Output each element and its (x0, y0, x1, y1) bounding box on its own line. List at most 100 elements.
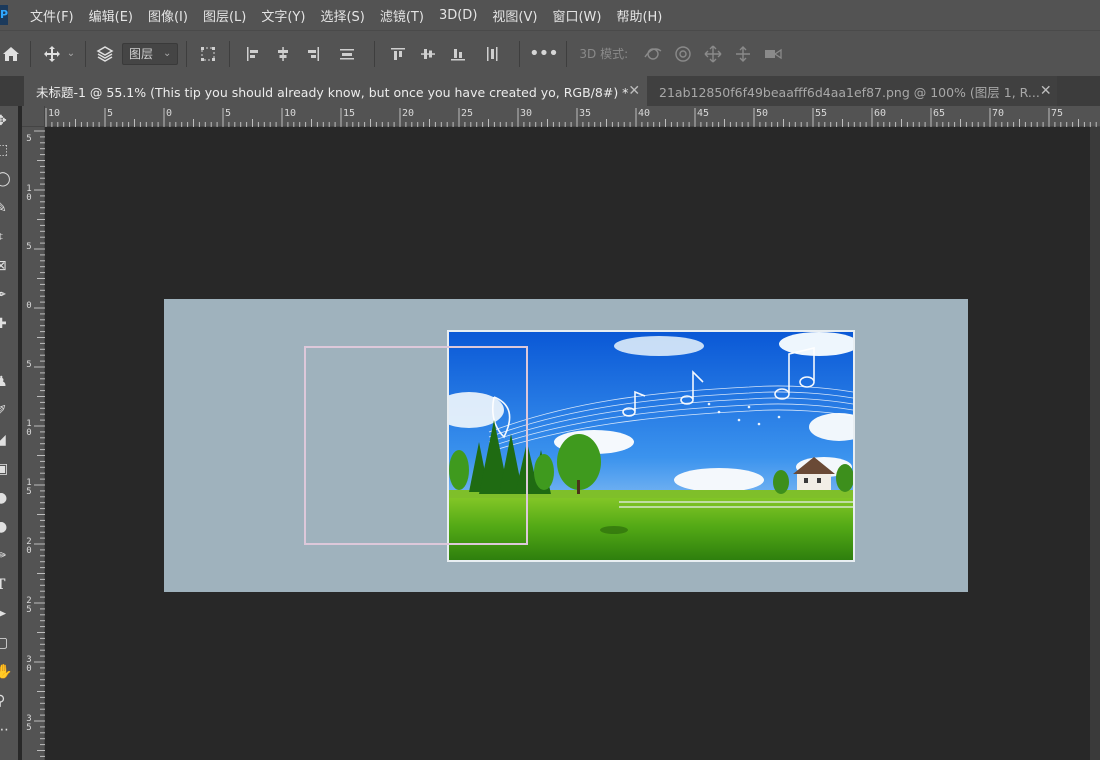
bandage-icon: ✚ (0, 315, 7, 332)
move-tool-icon[interactable] (39, 39, 65, 69)
path-select-tool[interactable]: ➤ (0, 599, 18, 628)
crop-tool[interactable]: ⌗ (0, 222, 18, 251)
menu-select[interactable]: 选择(S) (320, 6, 364, 25)
marquee-tool[interactable]: ⬚ (0, 135, 18, 164)
rectangle-icon: ▢ (0, 634, 9, 651)
tab-untitled-1[interactable]: 未标题-1 @ 55.1% (This tip you should alrea… (24, 76, 647, 106)
menu-view[interactable]: 视图(V) (492, 6, 537, 25)
ruler-label: 35 (579, 108, 592, 119)
crop-icon: ⌗ (0, 229, 3, 245)
history-brush-tool[interactable]: ✐ (0, 396, 18, 425)
separator (374, 40, 376, 67)
blur-tool[interactable]: ● (0, 483, 18, 512)
gradient-tool[interactable]: ▣ (0, 454, 18, 483)
auto-select-dropdown[interactable]: 图层 ⌄ (122, 42, 179, 65)
zoom-icon: ⚲ (0, 692, 6, 709)
move-tool[interactable]: ✥ (0, 106, 18, 135)
close-icon[interactable]: ✕ (1040, 83, 1052, 99)
vertical-ruler[interactable]: 5 1 0 5 0 5 1 0 1 5 2 0 2 5 3 0 3 5 (22, 127, 45, 760)
3d-slide-icon[interactable] (728, 39, 758, 69)
type-tool[interactable]: T (0, 570, 18, 599)
ruler-corner[interactable] (22, 106, 45, 127)
menu-filter[interactable]: 滤镜(T) (380, 6, 424, 25)
lasso-tool[interactable]: ◯ (0, 164, 18, 193)
brush-select-icon: ✎ (0, 199, 7, 216)
eraser-tool[interactable]: ◢ (0, 425, 18, 454)
stamp-icon: ♟ (0, 373, 8, 390)
menu-image[interactable]: 图像(I) (148, 6, 188, 25)
chevron-down-icon[interactable]: ⌄ (65, 39, 77, 69)
3d-scale-icon[interactable] (758, 39, 788, 69)
ruler-label: 5 (26, 134, 32, 144)
horizontal-ruler[interactable]: 10 5 0 5 10 15 20 25 30 35 40 45 50 55 6… (45, 106, 1100, 127)
gradient-icon: ▣ (0, 460, 9, 477)
marquee-icon: ⬚ (0, 141, 9, 158)
home-icon[interactable] (0, 39, 22, 69)
align-middle-icon[interactable] (413, 39, 443, 69)
menu-3d[interactable]: 3D(D) (439, 8, 477, 23)
more-options-icon[interactable]: ••• (528, 39, 559, 69)
drop-icon: ● (0, 489, 8, 506)
separator (566, 40, 568, 67)
align-center-icon[interactable] (268, 39, 298, 69)
arrow-icon: ➤ (0, 605, 7, 622)
dodge-tool[interactable]: ● (0, 512, 18, 541)
menu-help[interactable]: 帮助(H) (616, 6, 662, 25)
align-right-icon[interactable] (298, 39, 328, 69)
ruler-label: 5 (107, 108, 114, 119)
separator (186, 40, 188, 67)
panel-header-strip (0, 76, 24, 106)
panel-edge (1090, 127, 1100, 760)
document-tab-bar: 未标题-1 @ 55.1% (This tip you should alrea… (24, 76, 1100, 106)
menu-window[interactable]: 窗口(W) (552, 6, 601, 25)
separator (85, 40, 86, 67)
more-icon: ⋯ (0, 721, 9, 738)
3d-pan-icon[interactable] (698, 39, 728, 69)
zoom-tool[interactable]: ⚲ (0, 686, 18, 715)
menu-type[interactable]: 文字(Y) (261, 6, 305, 25)
pen-tool[interactable]: ✑ (0, 541, 18, 570)
tools-panel: ✥ ⬚ ◯ ✎ ⌗ ⊠ ✒ ✚ ⁄ ♟ ✐ ◢ ▣ ● ● ✑ T ➤ ▢ ✋ … (0, 106, 18, 760)
align-bottom-icon[interactable] (443, 39, 473, 69)
ruler-label: 20 (402, 108, 415, 119)
stamp-tool[interactable]: ♟ (0, 367, 18, 396)
ruler-label: 65 (933, 108, 946, 119)
3d-roll-icon[interactable] (668, 39, 698, 69)
eyedropper-tool[interactable]: ✒ (0, 280, 18, 309)
ruler-label: 15 (343, 108, 356, 119)
distribute-vertical-icon[interactable] (473, 39, 511, 69)
quick-select-tool[interactable]: ✎ (0, 193, 18, 222)
menu-file[interactable]: 文件(F) (30, 6, 74, 25)
brush-tool[interactable]: ⁄ (0, 338, 18, 367)
ruler-label: 70 (992, 108, 1005, 119)
align-top-icon[interactable] (383, 39, 413, 69)
placeholder-frame[interactable] (304, 346, 528, 545)
ruler-label: 45 (697, 108, 710, 119)
auto-select-layers-icon[interactable] (94, 39, 116, 69)
tab-png-image[interactable]: 21ab12850f6f49beaafff6d4aa1ef87.png @ 10… (647, 76, 1057, 106)
shape-tool[interactable]: ▢ (0, 628, 18, 657)
tab-label: 未标题-1 @ 55.1% (This tip you should alrea… (36, 84, 629, 100)
frame-tool[interactable]: ⊠ (0, 251, 18, 280)
transform-controls-icon[interactable] (195, 39, 221, 69)
align-left-icon[interactable] (238, 39, 268, 69)
distribute-horizontal-icon[interactable] (328, 39, 366, 69)
app-logo[interactable]: Ps (0, 5, 8, 25)
ruler-label: 55 (815, 108, 828, 119)
ruler-label: 3 0 (26, 655, 32, 674)
close-icon[interactable]: ✕ (628, 83, 640, 99)
3d-orbit-icon[interactable] (638, 39, 668, 69)
menu-edit[interactable]: 编辑(E) (89, 6, 133, 25)
ruler-label: 5 (26, 360, 32, 370)
chevron-down-icon: ⌄ (163, 48, 172, 59)
ruler-label: 40 (638, 108, 651, 119)
healing-tool[interactable]: ✚ (0, 309, 18, 338)
separator (229, 40, 231, 67)
options-bar: ⌄ 图层 ⌄ ••• 3D 模式: (0, 30, 1100, 76)
ruler-label: 3 5 (26, 714, 32, 733)
type-icon: T (0, 576, 6, 593)
menu-layer[interactable]: 图层(L) (203, 6, 246, 25)
hand-icon: ✋ (0, 663, 13, 680)
hand-tool[interactable]: ✋ (0, 657, 18, 686)
more-tools[interactable]: ⋯ (0, 715, 18, 744)
